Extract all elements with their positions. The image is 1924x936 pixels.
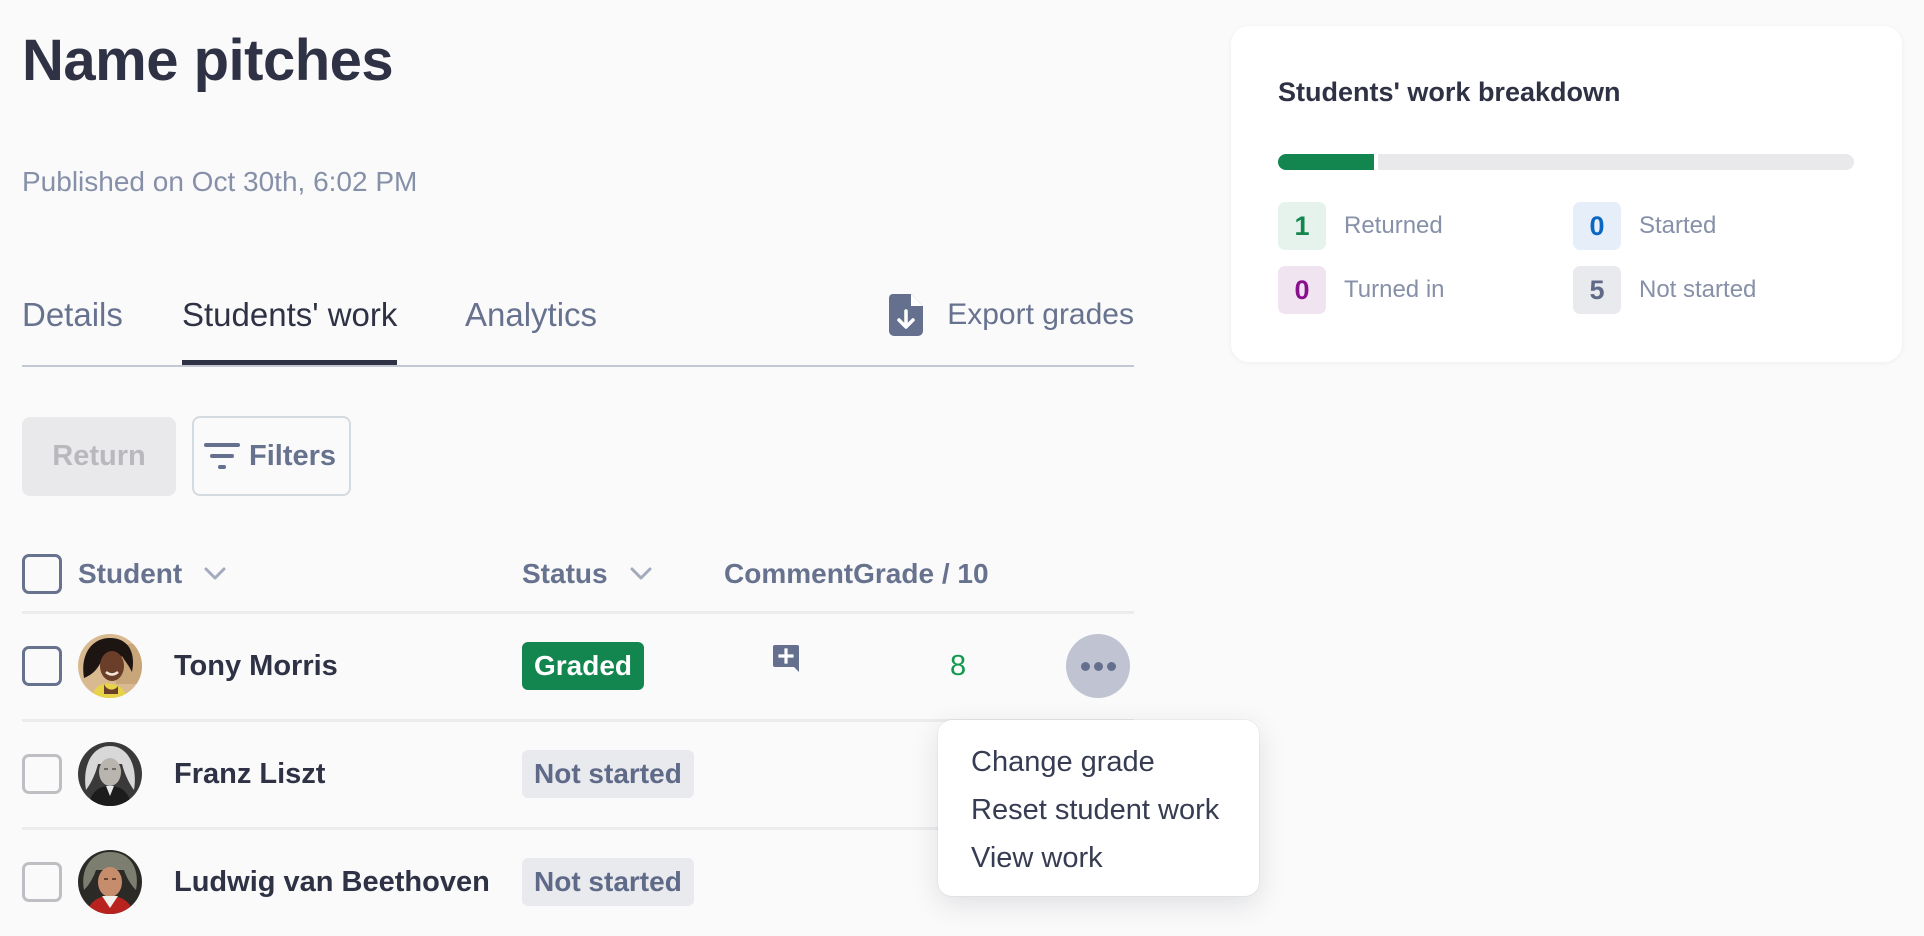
stat-label: Started: [1639, 212, 1717, 239]
menu-item-view-work[interactable]: View work: [938, 834, 1259, 882]
row-checkbox[interactable]: [22, 646, 62, 686]
more-options-button[interactable]: [1066, 634, 1130, 698]
filters-label: Filters: [249, 439, 337, 472]
status-header-label: Status: [522, 558, 608, 589]
tab-bar: Details Students' work Analytics Export …: [22, 290, 1134, 368]
breakdown-progress-bar: [1278, 154, 1854, 170]
student-photo-icon: [78, 634, 142, 698]
stat-turned-in: 0 Turned in: [1278, 266, 1445, 314]
avatar: [78, 850, 142, 914]
published-date: Published on Oct 30th, 6:02 PM: [22, 166, 418, 197]
liszt-portrait-icon: [78, 742, 142, 806]
stat-returned: 1 Returned: [1278, 202, 1443, 250]
stat-label: Returned: [1344, 212, 1443, 239]
work-breakdown-card: Students' work breakdown 1 Returned 0 St…: [1231, 26, 1902, 362]
chevron-down-icon: [630, 567, 652, 580]
comment-header-label: Comment: [724, 558, 854, 589]
grade-value[interactable]: 8: [950, 648, 966, 684]
student-name[interactable]: Franz Liszt: [174, 756, 325, 792]
student-header-label: Student: [78, 558, 183, 589]
breakdown-title: Students' work breakdown: [1278, 77, 1621, 107]
stat-label: Not started: [1639, 276, 1757, 303]
select-all-header: [22, 550, 62, 598]
row-checkbox[interactable]: [22, 754, 62, 794]
page-title: Name pitches: [22, 28, 394, 93]
status-badge: Not started: [522, 858, 694, 906]
stat-label: Turned in: [1344, 276, 1445, 303]
filters-button[interactable]: Filters: [192, 416, 351, 496]
menu-item-reset-student-work[interactable]: Reset student work: [938, 786, 1259, 834]
tab-details[interactable]: Details: [22, 290, 123, 340]
student-name[interactable]: Tony Morris: [174, 648, 338, 684]
status-badge: Not started: [522, 750, 694, 798]
export-grades-button[interactable]: Export grades: [889, 290, 1134, 340]
column-header-student[interactable]: Student: [78, 550, 226, 598]
filter-icon: [204, 443, 240, 469]
stat-count: 1: [1278, 202, 1326, 250]
progress-fill: [1278, 154, 1379, 170]
add-comment-icon[interactable]: [772, 644, 802, 674]
stat-count: 5: [1573, 266, 1621, 314]
export-grades-label: Export grades: [947, 298, 1134, 331]
stat-started: 0 Started: [1573, 202, 1716, 250]
menu-item-change-grade[interactable]: Change grade: [938, 738, 1259, 786]
return-button[interactable]: Return: [22, 417, 176, 496]
stat-not-started: 5 Not started: [1573, 266, 1756, 314]
file-download-icon: [889, 294, 924, 336]
tab-divider: [22, 365, 1134, 367]
beethoven-portrait-icon: [78, 850, 142, 914]
tab-analytics[interactable]: Analytics: [465, 290, 597, 340]
chevron-down-icon: [204, 567, 226, 580]
status-badge: Graded: [522, 642, 645, 690]
stat-count: 0: [1278, 266, 1326, 314]
tab-students-work[interactable]: Students' work: [182, 290, 398, 365]
row-options-menu: Change grade Reset student work View wor…: [938, 720, 1259, 896]
ellipsis-dot: [1106, 661, 1116, 671]
ellipsis-dot: [1093, 661, 1103, 671]
column-header-comment: Comment Grade / 10: [724, 550, 989, 598]
student-name[interactable]: Ludwig van Beethoven: [174, 864, 490, 900]
table-row: Tony Morris Graded 8: [0, 612, 1140, 720]
grade-header-label: Grade / 10: [853, 558, 989, 589]
select-all-checkbox[interactable]: [22, 554, 62, 594]
stat-count: 0: [1573, 202, 1621, 250]
avatar: [78, 742, 142, 806]
avatar: [78, 634, 142, 698]
column-header-status[interactable]: Status: [522, 550, 652, 598]
row-checkbox[interactable]: [22, 862, 62, 902]
ellipsis-dot: [1080, 661, 1090, 671]
